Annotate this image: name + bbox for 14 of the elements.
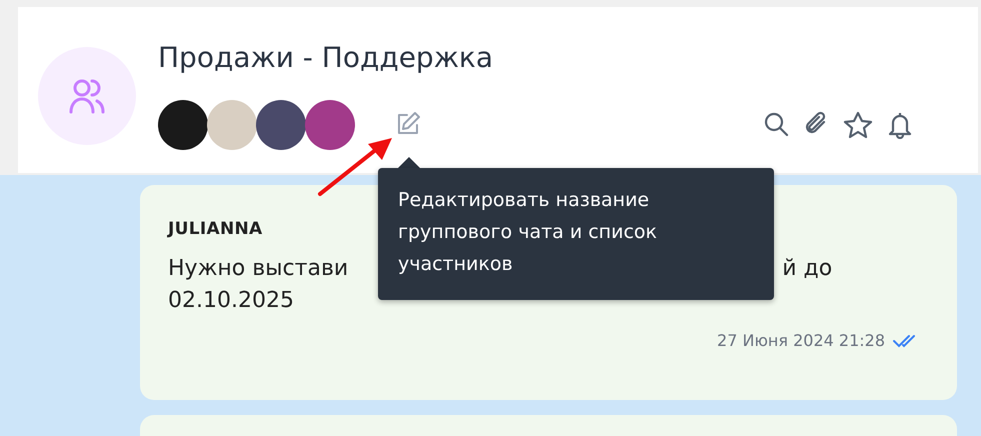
tooltip: Редактировать название группового чата и список участников <box>378 168 774 300</box>
search-icon[interactable] <box>763 111 789 137</box>
avatar-photo-placeholder <box>256 100 306 150</box>
message-text: 02.10.2025 <box>168 288 294 312</box>
message-text: й до <box>782 254 832 282</box>
bell-icon[interactable] <box>887 111 913 139</box>
sender-name: JULIANNA <box>168 219 262 239</box>
message-time: 27 Июня 2024 21:28 <box>717 330 885 352</box>
avatar-photo-placeholder <box>305 100 355 150</box>
message-text: Нужно выстави <box>168 254 348 282</box>
chat-title: Продажи - Поддержка <box>158 40 494 76</box>
avatar-photo-placeholder <box>207 100 257 150</box>
star-icon[interactable] <box>843 111 873 139</box>
avatar-photo-placeholder <box>158 100 208 150</box>
